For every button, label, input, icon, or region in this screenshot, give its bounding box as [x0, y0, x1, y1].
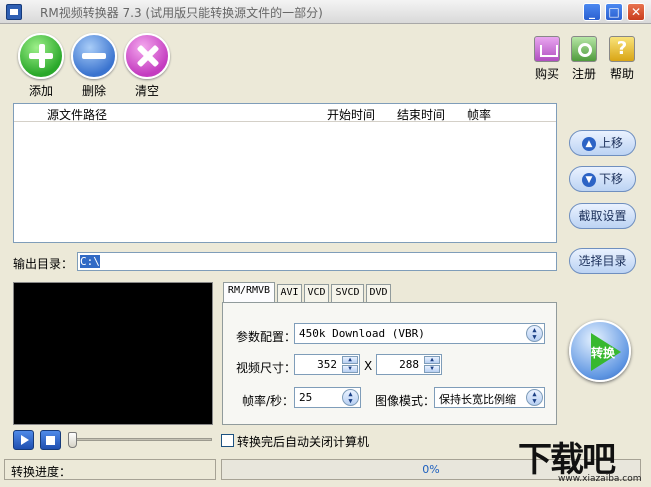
clear-icon — [124, 33, 170, 79]
cart-icon — [534, 36, 560, 62]
size-separator: X — [364, 359, 373, 373]
minimize-button[interactable]: _ — [583, 3, 601, 21]
image-mode-label: 图像模式： — [375, 394, 436, 408]
auto-shutdown-checkbox[interactable] — [221, 434, 234, 447]
column-end-time[interactable]: 结束时间 — [397, 106, 445, 123]
output-dir-input[interactable]: C:\ — [77, 252, 557, 271]
tab-dvd[interactable]: DVD — [366, 284, 391, 302]
minus-icon — [71, 33, 117, 79]
width-stepper[interactable]: ▲ ▼ — [342, 356, 358, 373]
height-value: 288 — [399, 358, 419, 371]
tab-avi[interactable]: AVI — [277, 284, 302, 302]
buy-label: 购买 — [534, 67, 559, 81]
clear-button[interactable]: 清空 — [122, 33, 172, 99]
width-input[interactable]: 352 ▲ ▼ — [294, 354, 360, 375]
image-mode-select[interactable]: 保持长宽比例缩 ▲ ▼ — [434, 387, 545, 408]
file-list-header: 源文件路径 开始时间 结束时间 帧率 — [14, 104, 556, 122]
register-button[interactable]: 注册 — [568, 36, 600, 82]
move-up-label: 上移 — [598, 136, 623, 150]
tab-vcd[interactable]: VCD — [304, 284, 329, 302]
buy-button[interactable]: 购买 — [531, 36, 563, 82]
clear-label: 清空 — [134, 84, 159, 98]
up-arrow-icon: ▲ — [581, 136, 596, 151]
column-start-time[interactable]: 开始时间 — [327, 106, 375, 123]
watermark-url: www.xiazaiba.com — [558, 474, 642, 484]
capture-settings-button[interactable]: 截取设置 — [569, 203, 636, 229]
delete-button[interactable]: 删除 — [69, 33, 119, 99]
progress-label: 转换进度： — [4, 459, 216, 480]
choose-directory-button[interactable]: 选择目录 — [569, 248, 636, 274]
video-preview — [13, 282, 213, 425]
down-arrow-icon: ▼ — [581, 172, 596, 187]
profile-select[interactable]: 450k Download (VBR) ▲ ▼ — [294, 323, 545, 344]
move-up-button[interactable]: ▲ 上移 — [569, 130, 636, 156]
stop-button[interactable] — [40, 430, 61, 450]
chevron-updown-icon: ▲ ▼ — [342, 389, 359, 406]
add-button[interactable]: 添加 — [16, 33, 66, 99]
watermark: 下载吧 www.xiazaiba.com — [514, 432, 651, 487]
fps-label: 帧率/秒： — [242, 394, 295, 408]
app-icon — [6, 4, 22, 20]
tab-svcd[interactable]: SVCD — [331, 284, 364, 302]
settings-panel: 参数配置： 450k Download (VBR) ▲ ▼ 视频尺寸： 352 ▲… — [222, 302, 557, 425]
key-icon — [571, 36, 597, 62]
help-button[interactable]: ? 帮助 — [606, 36, 638, 82]
chevron-updown-icon: ▲ ▼ — [526, 325, 543, 342]
register-label: 注册 — [571, 67, 596, 81]
fps-select[interactable]: 25 ▲ ▼ — [294, 387, 361, 408]
help-icon: ? — [609, 36, 635, 62]
title-bar: RM视频转换器 7.3 (试用版只能转换源文件的一部分) _ □ ✕ — [0, 0, 651, 24]
close-button[interactable]: ✕ — [627, 3, 645, 21]
toolbar: 添加 删除 清空 购买 注册 ? 帮助 — [0, 25, 651, 100]
add-icon — [18, 33, 64, 79]
add-label: 添加 — [28, 84, 53, 98]
window-title: RM视频转换器 7.3 (试用版只能转换源文件的一部分) — [40, 6, 323, 20]
width-value: 352 — [317, 358, 337, 371]
file-list[interactable]: 源文件路径 开始时间 结束时间 帧率 — [13, 103, 557, 243]
fps-value: 25 — [299, 391, 313, 404]
column-frame-rate[interactable]: 帧率 — [467, 106, 491, 123]
help-label: 帮助 — [609, 67, 634, 81]
chevron-updown-icon: ▲ ▼ — [526, 389, 543, 406]
video-size-label: 视频尺寸： — [236, 361, 297, 375]
seek-slider-track[interactable] — [70, 438, 212, 441]
profile-value: 450k Download (VBR) — [299, 327, 425, 340]
height-stepper[interactable]: ▲ ▼ — [424, 356, 440, 373]
maximize-button[interactable]: □ — [605, 3, 623, 21]
move-down-label: 下移 — [598, 172, 623, 186]
column-source-path[interactable]: 源文件路径 — [47, 106, 107, 123]
convert-label: 转换 — [591, 346, 616, 360]
output-dir-label: 输出目录： — [13, 257, 74, 271]
height-input[interactable]: 288 ▲ ▼ — [376, 354, 442, 375]
delete-label: 删除 — [81, 84, 106, 98]
convert-button[interactable]: 转换 — [569, 320, 631, 382]
tab-rm-rmvb[interactable]: RM/RMVB — [223, 282, 275, 303]
move-down-button[interactable]: ▼ 下移 — [569, 166, 636, 192]
output-dir-value: C:\ — [80, 255, 100, 268]
seek-slider-thumb[interactable] — [68, 432, 77, 448]
image-mode-value: 保持长宽比例缩 — [439, 393, 516, 406]
play-button[interactable] — [13, 430, 34, 450]
profile-label: 参数配置： — [236, 330, 297, 344]
auto-shutdown-label[interactable]: 转换完后自动关闭计算机 — [237, 433, 369, 450]
